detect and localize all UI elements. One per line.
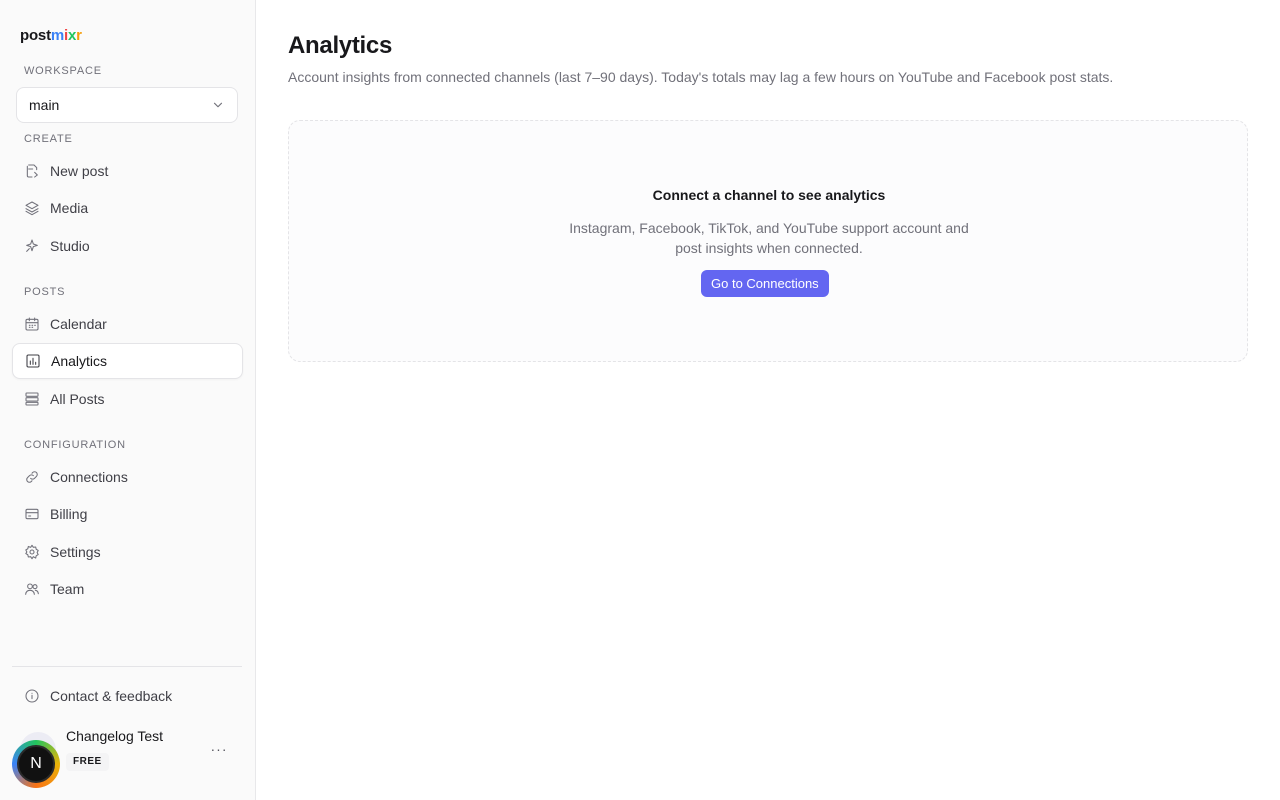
avatar[interactable]: N bbox=[12, 740, 60, 788]
new-post-icon bbox=[24, 163, 40, 179]
sidebar-item-contact-feedback[interactable]: Contact & feedback bbox=[12, 678, 243, 714]
gear-icon bbox=[24, 544, 40, 560]
sparkle-icon bbox=[24, 238, 40, 254]
sidebar-item-analytics[interactable]: Analytics bbox=[12, 343, 243, 379]
more-options-button[interactable]: ··· bbox=[206, 738, 232, 760]
empty-state-title: Connect a channel to see analytics bbox=[652, 187, 886, 203]
sidebar-item-label: Contact & feedback bbox=[50, 688, 173, 704]
workspace-select-value: main bbox=[29, 97, 60, 113]
logo-text-r: r bbox=[76, 27, 82, 44]
sidebar-item-label: Billing bbox=[50, 506, 88, 522]
avatar-initial: N bbox=[17, 745, 55, 783]
go-to-connections-button[interactable]: Go to Connections bbox=[701, 270, 829, 297]
list-icon bbox=[24, 391, 40, 407]
layers-icon bbox=[24, 200, 40, 216]
sidebar-item-label: Calendar bbox=[50, 316, 107, 332]
sidebar-item-label: Connections bbox=[50, 469, 128, 485]
empty-state-card: Connect a channel to see analytics Insta… bbox=[288, 120, 1248, 362]
sidebar-item-label: Settings bbox=[50, 544, 101, 560]
sidebar-item-team[interactable]: Team bbox=[12, 571, 243, 607]
create-section-label: CREATE bbox=[24, 133, 73, 145]
users-icon bbox=[24, 581, 40, 597]
logo-text-post: post bbox=[20, 27, 51, 44]
page-title: Analytics bbox=[288, 32, 393, 59]
sidebar-item-settings[interactable]: Settings bbox=[12, 534, 243, 570]
user-name: Changelog Test bbox=[66, 728, 164, 744]
sidebar-item-label: Media bbox=[50, 200, 89, 216]
plan-badge: FREE bbox=[66, 753, 109, 771]
sidebar-item-media[interactable]: Media bbox=[12, 190, 243, 226]
sidebar-divider bbox=[12, 666, 242, 667]
sidebar-item-studio[interactable]: Studio bbox=[12, 228, 243, 264]
empty-state-subtitle: Instagram, Facebook, TikTok, and YouTube… bbox=[569, 220, 969, 256]
sidebar-item-billing[interactable]: Billing bbox=[12, 496, 243, 532]
workspace-select[interactable]: main bbox=[16, 87, 238, 123]
chevron-down-icon bbox=[213, 102, 223, 108]
sidebar-item-label: Analytics bbox=[51, 353, 108, 369]
info-icon bbox=[24, 688, 40, 704]
sidebar-item-label: Studio bbox=[50, 238, 90, 254]
sidebar-item-connections[interactable]: Connections bbox=[12, 459, 243, 495]
sidebar-item-new-post[interactable]: New post bbox=[12, 153, 243, 189]
sidebar-item-label: Team bbox=[50, 581, 85, 597]
calendar-icon bbox=[24, 316, 40, 332]
sidebar-item-calendar[interactable]: Calendar bbox=[12, 306, 243, 342]
sidebar-item-label: New post bbox=[50, 163, 109, 179]
sidebar: postmixr WORKSPACE main CREATE New post … bbox=[0, 0, 256, 800]
page-description: Account insights from connected channels… bbox=[288, 69, 1114, 85]
sidebar-item-label: All Posts bbox=[50, 391, 105, 407]
logo-text-m: m bbox=[50, 27, 65, 44]
credit-card-icon bbox=[24, 506, 40, 522]
sidebar-item-all-posts[interactable]: All Posts bbox=[12, 381, 243, 417]
postmixr-logo[interactable]: postmixr bbox=[20, 27, 82, 44]
workspace-section-label: WORKSPACE bbox=[24, 65, 102, 77]
configuration-section-label: CONFIGURATION bbox=[24, 439, 126, 451]
logo-text-x: x bbox=[67, 27, 77, 44]
posts-section-label: POSTS bbox=[24, 286, 66, 298]
bar-chart-icon bbox=[25, 353, 41, 369]
link-icon bbox=[24, 469, 40, 485]
